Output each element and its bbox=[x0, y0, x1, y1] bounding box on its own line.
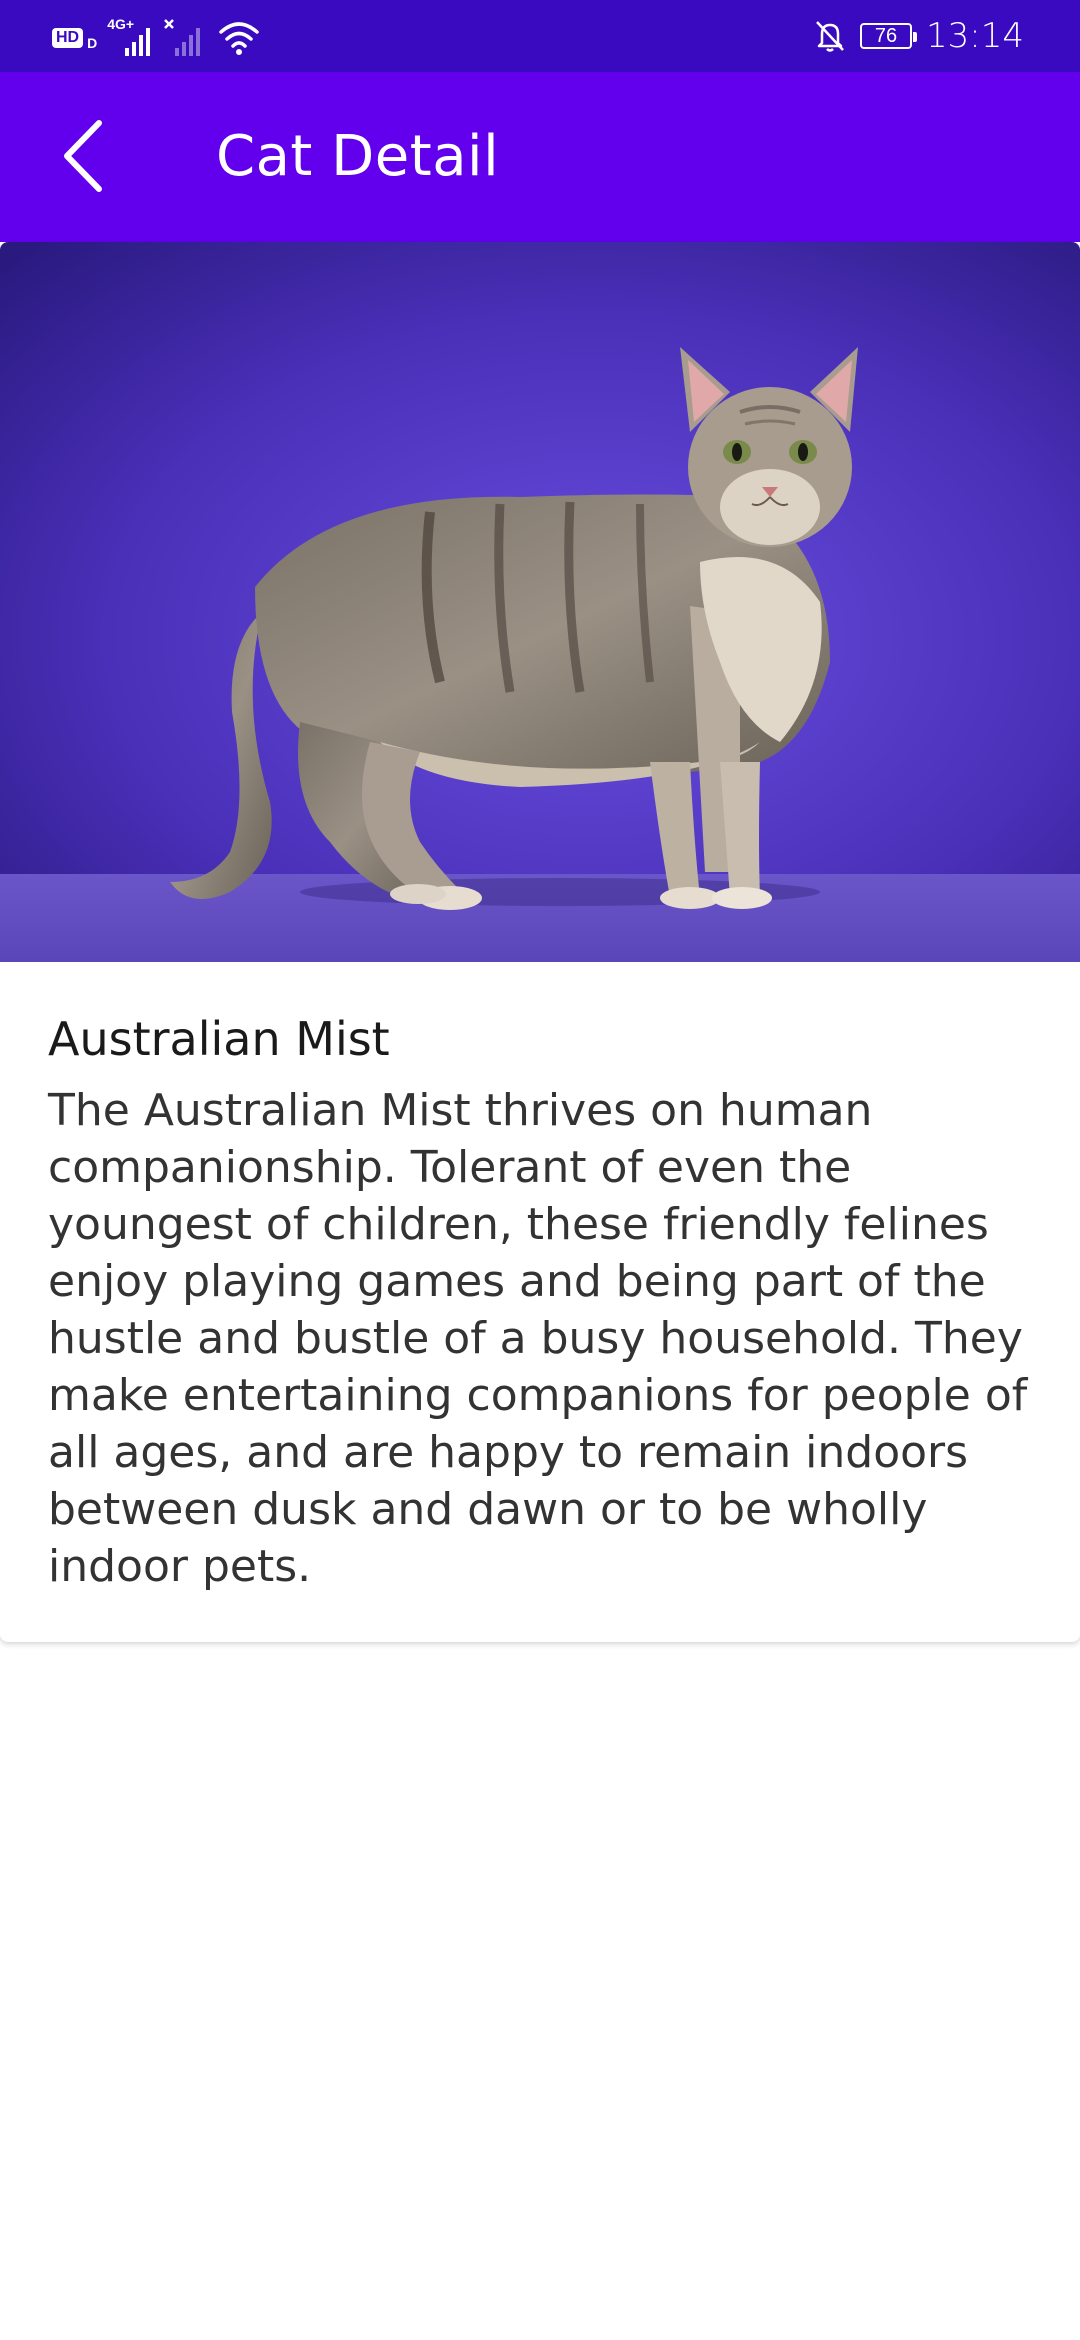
page-title: Cat Detail bbox=[216, 124, 500, 189]
cat-photo bbox=[0, 242, 1080, 962]
cat-name: Australian Mist bbox=[48, 1012, 390, 1066]
hd-badge: HD bbox=[52, 28, 84, 48]
signal-bars-disabled-icon bbox=[164, 19, 201, 56]
cat-description: The Australian Mist thrives on human com… bbox=[48, 1085, 1028, 1592]
battery-level: 76 bbox=[874, 25, 898, 47]
chevron-left-icon bbox=[64, 120, 102, 192]
bell-off-icon bbox=[816, 21, 844, 52]
status-right: 76 13:14 bbox=[814, 14, 1024, 58]
app-bar: Cat Detail bbox=[0, 72, 1080, 242]
status-left: HD D 4G+ bbox=[52, 16, 259, 58]
cat-detail-card: Australian Mist The Australian Mist thri… bbox=[0, 242, 1080, 1642]
battery-icon: 76 bbox=[860, 23, 918, 49]
back-button[interactable] bbox=[44, 116, 124, 196]
status-time: 13:14 bbox=[926, 16, 1024, 56]
signal-primary: 4G+ bbox=[107, 16, 153, 58]
status-bar: HD D 4G+ 76 13:14 bbox=[0, 0, 1080, 72]
signal-secondary bbox=[163, 18, 209, 58]
hd-sub-label: D bbox=[87, 35, 98, 51]
signal-bars-icon bbox=[125, 28, 151, 56]
wifi-icon bbox=[219, 22, 259, 55]
